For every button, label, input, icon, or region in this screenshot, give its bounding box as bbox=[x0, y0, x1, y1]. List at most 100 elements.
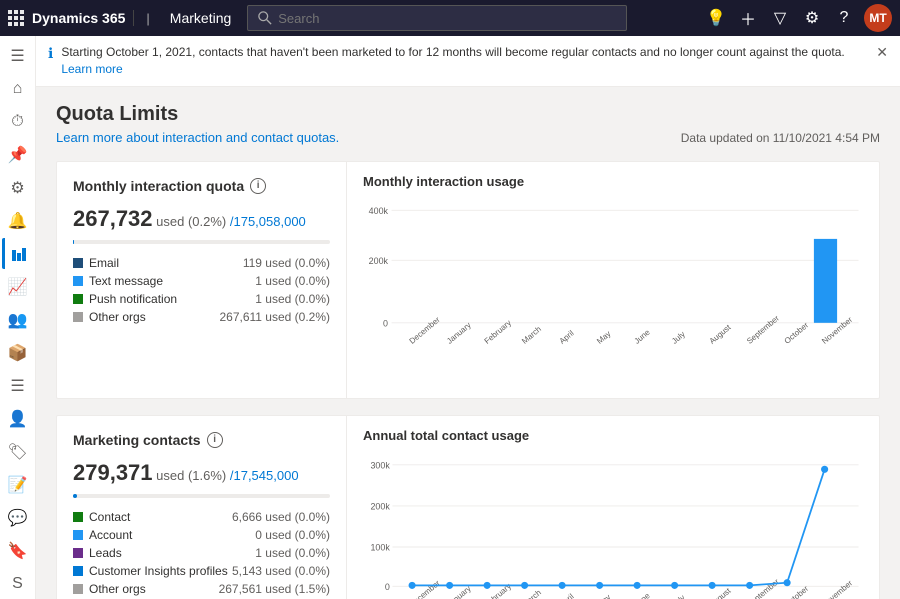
info-icon: ℹ bbox=[48, 45, 53, 62]
legend-item: Leads 1 used (0.0%) bbox=[73, 546, 330, 560]
notice-banner: ℹ Starting October 1, 2021, contacts tha… bbox=[36, 36, 900, 87]
legend-dot bbox=[73, 258, 83, 268]
sidebar-home[interactable]: ⌂ bbox=[2, 73, 34, 104]
page-subtitle-link[interactable]: Learn more about interaction and contact… bbox=[56, 130, 339, 145]
line-dot bbox=[521, 581, 528, 588]
sidebar-pinned[interactable]: 📌 bbox=[2, 139, 34, 170]
notice-text: Starting October 1, 2021, contacts that … bbox=[61, 44, 868, 78]
topbar-logo[interactable]: Dynamics 365 bbox=[8, 10, 134, 26]
svg-text:100k: 100k bbox=[370, 542, 390, 552]
svg-text:400k: 400k bbox=[369, 205, 389, 215]
annual-line bbox=[412, 469, 825, 585]
svg-text:October: October bbox=[783, 320, 811, 345]
sidebar-lists[interactable]: ☰ bbox=[2, 370, 34, 401]
sidebar-notifications[interactable]: 🔔 bbox=[2, 205, 34, 236]
line-dot bbox=[784, 579, 791, 586]
settings-icon[interactable]: ⚙ bbox=[800, 8, 824, 28]
marketing-contacts-bar-fill bbox=[73, 494, 77, 498]
monthly-quota-bar-fill bbox=[73, 240, 74, 244]
sidebar-segments[interactable]: 📦 bbox=[2, 337, 34, 368]
marketing-contacts-title: Marketing contacts i bbox=[73, 432, 330, 448]
sidebar-messages[interactable]: 💬 bbox=[2, 502, 34, 533]
add-icon[interactable]: ＋ bbox=[736, 6, 760, 30]
monthly-quota-legend: Email 119 used (0.0%) Text message 1 use… bbox=[73, 256, 330, 324]
sidebar-settings[interactable]: ⚙ bbox=[2, 172, 34, 203]
main-content: ℹ Starting October 1, 2021, contacts tha… bbox=[36, 36, 900, 599]
svg-text:May: May bbox=[595, 592, 612, 599]
help-icon[interactable]: ? bbox=[832, 9, 856, 27]
legend-item: Contact 6,666 used (0.0%) bbox=[73, 510, 330, 524]
module-name: Marketing bbox=[162, 10, 231, 26]
filter-icon[interactable]: ▽ bbox=[768, 8, 792, 28]
svg-text:December: December bbox=[408, 315, 442, 346]
legend-label: Leads bbox=[89, 546, 122, 560]
svg-text:0: 0 bbox=[383, 318, 388, 328]
waffle-icon bbox=[8, 10, 24, 26]
sidebar-menu[interactable]: ☰ bbox=[2, 40, 34, 71]
legend-value: 0 used (0.0%) bbox=[255, 528, 330, 542]
sidebar-recent[interactable]: ⏱ bbox=[2, 106, 34, 137]
quota-icon bbox=[11, 246, 27, 262]
page-title: Quota Limits bbox=[56, 103, 339, 126]
marketing-contacts-left: Marketing contacts i 279,371 used (1.6%)… bbox=[57, 416, 347, 599]
legend-value: 1 used (0.0%) bbox=[255, 546, 330, 560]
line-dot bbox=[709, 581, 716, 588]
legend-dot bbox=[73, 548, 83, 558]
svg-text:May: May bbox=[595, 329, 612, 346]
monthly-quota-title: Monthly interaction quota i bbox=[73, 178, 330, 194]
marketing-contacts-bar bbox=[73, 494, 330, 498]
app-name: Dynamics 365 bbox=[32, 10, 125, 26]
main-layout: ☰ ⌂ ⏱ 📌 ⚙ 🔔 📈 👥 📦 ☰ 👤 🏷 📝 💬 🔖 S ℹ Starti… bbox=[0, 36, 900, 599]
svg-text:200k: 200k bbox=[370, 501, 390, 511]
search-icon bbox=[258, 11, 272, 25]
line-dot bbox=[446, 581, 453, 588]
sidebar-tags[interactable]: 🏷 bbox=[2, 436, 34, 467]
search-box[interactable] bbox=[247, 5, 627, 31]
line-dot bbox=[746, 581, 753, 588]
annual-chart-area: Annual total contact usage 300k 200k 100… bbox=[347, 416, 879, 599]
svg-text:July: July bbox=[670, 593, 687, 599]
lightbulb-icon[interactable]: 💡 bbox=[704, 8, 728, 28]
cards-grid: Monthly interaction quota i 267,732 used… bbox=[56, 161, 880, 599]
sidebar-contacts[interactable]: 👥 bbox=[2, 304, 34, 335]
topbar-actions: 💡 ＋ ▽ ⚙ ? MT bbox=[704, 4, 892, 32]
annual-line-chart: 300k 200k 100k 0 December January bbox=[363, 447, 863, 599]
legend-label: Customer Insights profiles bbox=[89, 564, 228, 578]
legend-value: 1 used (0.0%) bbox=[255, 292, 330, 306]
svg-text:January: January bbox=[445, 320, 473, 345]
marketing-contacts-number: 279,371 bbox=[73, 460, 153, 485]
marketing-contacts-used: used (1.6%) bbox=[156, 468, 226, 483]
legend-item: Account 0 used (0.0%) bbox=[73, 528, 330, 542]
sidebar-user[interactable]: S bbox=[2, 568, 34, 599]
user-avatar[interactable]: MT bbox=[864, 4, 892, 32]
sidebar-bookmarks[interactable]: 🔖 bbox=[2, 535, 34, 566]
svg-text:March: March bbox=[520, 588, 543, 599]
sidebar-charts[interactable]: 📈 bbox=[2, 271, 34, 302]
line-dot bbox=[671, 581, 678, 588]
svg-text:0: 0 bbox=[385, 581, 390, 591]
search-input[interactable] bbox=[278, 11, 616, 26]
notice-learn-more[interactable]: Learn more bbox=[61, 62, 122, 76]
notice-close-button[interactable]: ✕ bbox=[876, 44, 888, 61]
sidebar-people[interactable]: 👤 bbox=[2, 403, 34, 434]
sidebar-quota[interactable] bbox=[2, 238, 34, 269]
sidebar-forms[interactable]: 📝 bbox=[2, 469, 34, 500]
topbar: Dynamics 365 | Marketing 💡 ＋ ▽ ⚙ ? MT bbox=[0, 0, 900, 36]
line-dot bbox=[634, 581, 641, 588]
monthly-quota-card: Monthly interaction quota i 267,732 used… bbox=[56, 161, 880, 399]
legend-item: Text message 1 used (0.0%) bbox=[73, 274, 330, 288]
nov-bar bbox=[814, 238, 837, 322]
legend-dot bbox=[73, 584, 83, 594]
marketing-contacts-card: Marketing contacts i 279,371 used (1.6%)… bbox=[56, 415, 880, 599]
svg-text:200k: 200k bbox=[369, 255, 389, 265]
marketing-contacts-info-icon[interactable]: i bbox=[207, 432, 223, 448]
legend-dot bbox=[73, 312, 83, 322]
line-dot-nov bbox=[821, 465, 828, 472]
line-dot bbox=[596, 581, 603, 588]
sidebar: ☰ ⌂ ⏱ 📌 ⚙ 🔔 📈 👥 📦 ☰ 👤 🏷 📝 💬 🔖 S bbox=[0, 36, 36, 599]
legend-item: Other orgs 267,611 used (0.2%) bbox=[73, 310, 330, 324]
monthly-quota-info-icon[interactable]: i bbox=[250, 178, 266, 194]
marketing-contacts-legend: Contact 6,666 used (0.0%) Account 0 used… bbox=[73, 510, 330, 596]
legend-value: 267,561 used (1.5%) bbox=[219, 582, 330, 596]
page-header: Quota Limits Learn more about interactio… bbox=[56, 103, 880, 145]
